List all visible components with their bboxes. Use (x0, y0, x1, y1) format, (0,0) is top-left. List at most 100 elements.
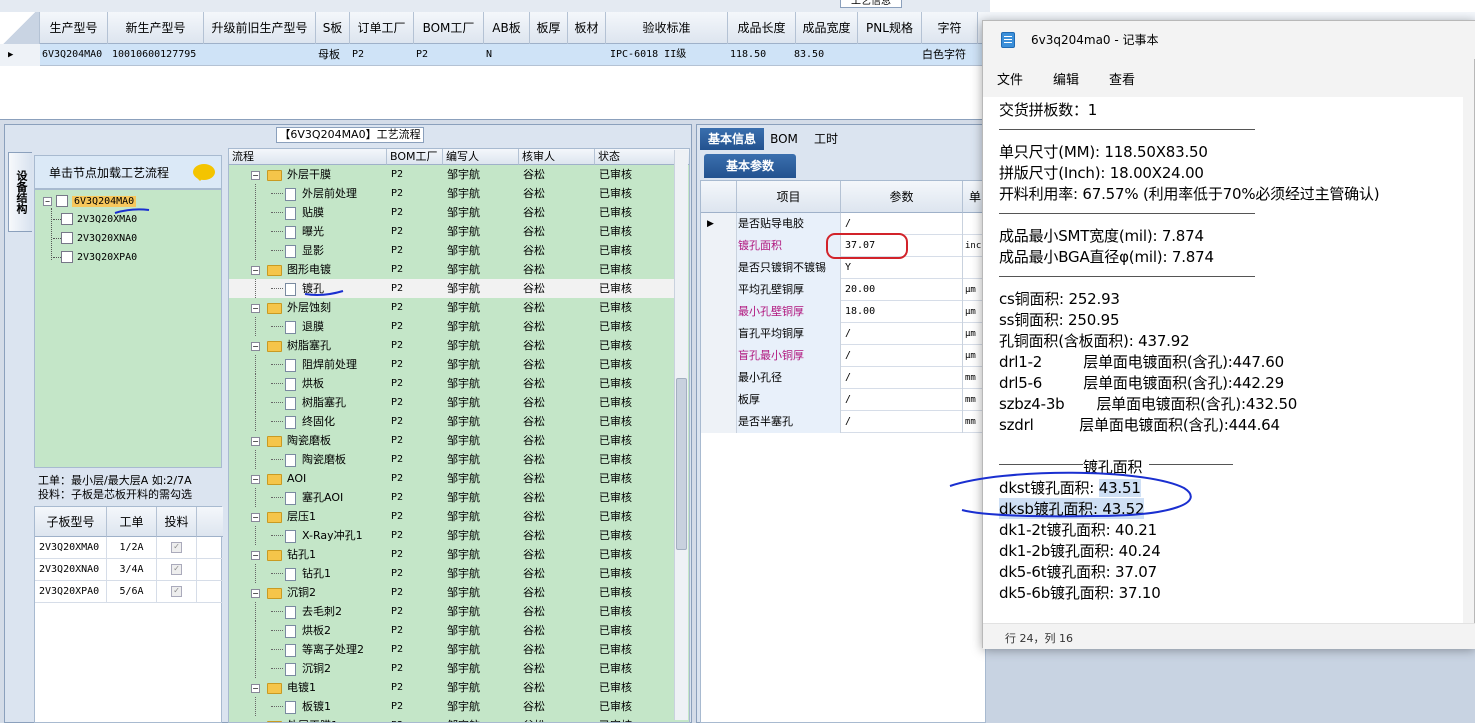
collapse-icon[interactable]: − (251, 341, 260, 351)
cell-char[interactable]: 白色字符 (922, 44, 978, 66)
col-header[interactable]: 编写人 (443, 149, 519, 165)
chat-bubble-icon[interactable] (193, 164, 215, 181)
feed-checkbox[interactable]: ✓ (157, 559, 197, 581)
flow-row[interactable]: 镀孔 P2 邹宇航 谷松 已审核 (229, 279, 675, 298)
flow-row[interactable]: 外层前处理 P2 邹宇航 谷松 已审核 (229, 184, 675, 203)
collapse-icon[interactable]: − (251, 170, 260, 180)
col-header[interactable]: 子板型号 (35, 507, 107, 537)
checkbox-icon[interactable] (61, 251, 73, 263)
cell-new-model[interactable]: 10010600127795 (112, 44, 204, 66)
col-header[interactable]: 参数 (841, 181, 963, 213)
scroll-thumb[interactable] (676, 378, 687, 550)
param-row[interactable]: 最小孔径 / mm (701, 367, 985, 389)
cell-ab-board[interactable]: N (486, 44, 528, 66)
flow-row[interactable]: − 电镀1 P2 邹宇航 谷松 已审核 (229, 678, 675, 697)
flow-row[interactable]: − 图形电镀 P2 邹宇航 谷松 已审核 (229, 260, 675, 279)
table-row[interactable]: 2V3Q20XMA0 1/2A ✓ (35, 537, 223, 559)
menu-edit[interactable]: 编辑 (1053, 69, 1079, 88)
feed-checkbox[interactable]: ✓ (157, 537, 197, 559)
menu-file[interactable]: 文件 (997, 69, 1023, 88)
cell-width[interactable]: 83.50 (794, 44, 856, 66)
cell-order-factory[interactable]: P2 (352, 44, 412, 66)
flow-row[interactable]: 等离子处理2 P2 邹宇航 谷松 已审核 (229, 640, 675, 659)
vertical-scrollbar[interactable] (674, 150, 688, 720)
col-header[interactable]: 流程 (229, 149, 387, 165)
flow-row[interactable]: − 陶瓷磨板 P2 邹宇航 谷松 已审核 (229, 431, 675, 450)
tree-node-child[interactable]: 2V3Q20XMA0 (53, 212, 137, 228)
collapse-icon[interactable]: − (251, 550, 260, 560)
flow-row[interactable]: − AOI P2 邹宇航 谷松 已审核 (229, 469, 675, 488)
checkbox-icon[interactable] (61, 232, 73, 244)
col-header[interactable]: 投料 (157, 507, 197, 537)
cell-model[interactable]: 2V3Q20XMA0 (35, 537, 107, 559)
collapse-icon[interactable]: − (251, 588, 260, 598)
cell-model[interactable]: 2V3Q20XNA0 (35, 559, 107, 581)
flow-row[interactable]: − 外层干膜 P2 邹宇航 谷松 已审核 (229, 165, 675, 184)
flow-row[interactable]: 贴膜 P2 邹宇航 谷松 已审核 (229, 203, 675, 222)
cell-order[interactable]: 1/2A (107, 537, 157, 559)
notepad-text-area[interactable]: 交货拼板数：1 单只尺寸(MM): 118.50X83.50 拼版尺寸(Inch… (983, 97, 1463, 623)
flow-row[interactable]: 退膜 P2 邹宇航 谷松 已审核 (229, 317, 675, 336)
feed-checkbox[interactable]: ✓ (157, 581, 197, 603)
collapse-icon[interactable]: − (251, 436, 260, 446)
param-row[interactable]: 盲孔最小铜厚 / μm (701, 345, 985, 367)
flow-row[interactable]: X-Ray冲孔1 P2 邹宇航 谷松 已审核 (229, 526, 675, 545)
tab-bom[interactable]: BOM (766, 128, 802, 150)
col-header[interactable]: 成品宽度 (796, 12, 858, 44)
table-row[interactable]: ▶ 6V3Q204MA0 10010600127795 母板 P2 P2 N I… (0, 44, 990, 66)
flow-row[interactable]: 烘板 P2 邹宇航 谷松 已审核 (229, 374, 675, 393)
tab-basic-params[interactable]: 基本参数 (704, 154, 796, 178)
tree-node-child[interactable]: 2V3Q20XNA0 (53, 231, 137, 247)
cell-standard[interactable]: IPC-6018 II级 (610, 44, 728, 66)
flow-row[interactable]: − 外层蚀刻 P2 邹宇航 谷松 已审核 (229, 298, 675, 317)
cell-order[interactable]: 3/4A (107, 559, 157, 581)
checkbox-icon[interactable] (61, 213, 73, 225)
col-header[interactable]: 成品长度 (728, 12, 796, 44)
collapse-icon[interactable]: − (251, 474, 260, 484)
collapse-icon[interactable]: − (251, 265, 260, 275)
param-value[interactable]: 18.00 (841, 301, 963, 323)
flow-row[interactable]: 板镀1 P2 邹宇航 谷松 已审核 (229, 697, 675, 716)
cell-order[interactable]: 5/6A (107, 581, 157, 603)
flow-row[interactable]: 陶瓷磨板 P2 邹宇航 谷松 已审核 (229, 450, 675, 469)
param-value[interactable]: / (841, 323, 963, 345)
col-header[interactable]: 项目 (737, 181, 841, 213)
flow-row[interactable]: − 树脂塞孔 P2 邹宇航 谷松 已审核 (229, 336, 675, 355)
col-header[interactable]: BOM工厂 (414, 12, 484, 44)
flow-row[interactable]: 烘板2 P2 邹宇航 谷松 已审核 (229, 621, 675, 640)
cell-bom-factory[interactable]: P2 (416, 44, 482, 66)
param-value[interactable]: / (841, 367, 963, 389)
col-header[interactable]: 工单 (107, 507, 157, 537)
col-header[interactable]: 新生产型号 (108, 12, 204, 44)
collapse-icon[interactable]: − (251, 512, 260, 522)
flow-row[interactable]: − 钻孔1 P2 邹宇航 谷松 已审核 (229, 545, 675, 564)
table-row[interactable]: 2V3Q20XNA0 3/4A ✓ (35, 559, 223, 581)
param-value[interactable]: / (841, 389, 963, 411)
cell-model[interactable]: 2V3Q20XPA0 (35, 581, 107, 603)
col-header[interactable]: 升级前旧生产型号 (204, 12, 316, 44)
notepad-titlebar[interactable]: 6v3q204ma0 - 记事本 (983, 21, 1475, 59)
menu-view[interactable]: 查看 (1109, 69, 1135, 88)
collapse-icon[interactable]: − (43, 196, 52, 206)
col-header[interactable]: BOM工厂 (387, 149, 443, 165)
param-value[interactable]: / (841, 345, 963, 367)
param-row[interactable]: 板厚 / mm (701, 389, 985, 411)
flow-row[interactable]: 钻孔1 P2 邹宇航 谷松 已审核 (229, 564, 675, 583)
param-value[interactable]: 20.00 (841, 279, 963, 301)
checkbox-icon[interactable] (56, 195, 68, 207)
table-row[interactable]: 2V3Q20XPA0 5/6A ✓ (35, 581, 223, 603)
param-row[interactable]: 最小孔壁铜厚 18.00 μm (701, 301, 985, 323)
tab-work-hours[interactable]: 工时 (806, 128, 846, 150)
flow-row[interactable]: − 沉铜2 P2 邹宇航 谷松 已审核 (229, 583, 675, 602)
flow-row[interactable]: 去毛刺2 P2 邹宇航 谷松 已审核 (229, 602, 675, 621)
param-row[interactable]: 盲孔平均铜厚 / μm (701, 323, 985, 345)
col-header[interactable]: PNL规格 (858, 12, 922, 44)
col-header[interactable]: S板 (316, 12, 350, 44)
flow-row[interactable]: 曝光 P2 邹宇航 谷松 已审核 (229, 222, 675, 241)
cell-model[interactable]: 6V3Q204MA0 (42, 44, 108, 66)
flow-row[interactable]: 阻焊前处理 P2 邹宇航 谷松 已审核 (229, 355, 675, 374)
collapse-icon[interactable]: − (251, 683, 260, 693)
collapse-icon[interactable]: − (251, 303, 260, 313)
tree-node-child[interactable]: 2V3Q20XPA0 (53, 250, 137, 266)
flow-row[interactable]: −外层干膜1 P2 邹宇航 谷松 已审核 (229, 716, 675, 722)
